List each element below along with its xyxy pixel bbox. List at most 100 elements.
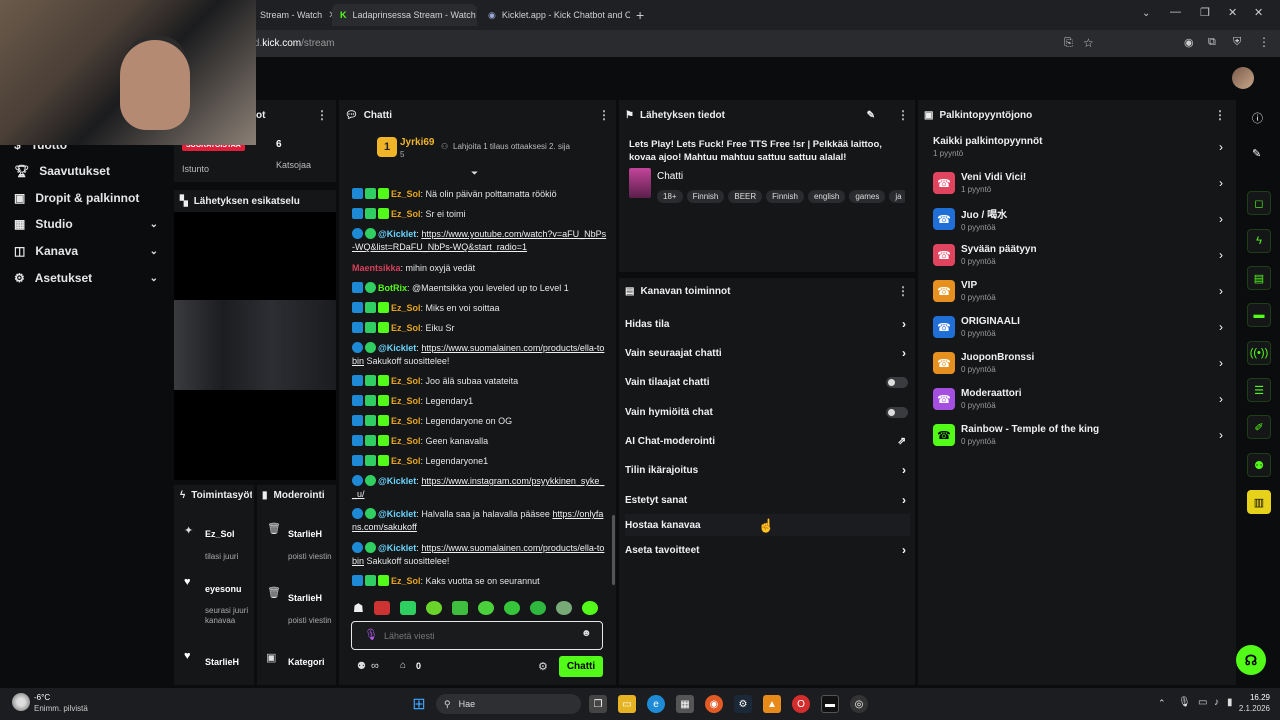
edit-icon[interactable]: ✎ [867,110,875,121]
profile-icon[interactable]: ◉ [1184,36,1194,49]
emote-icon[interactable] [477,601,494,615]
avatar[interactable] [1232,67,1254,89]
store-icon[interactable]: ▦ [676,695,694,713]
more-options-icon[interactable]: ⋮ [316,108,328,122]
emote-icon[interactable] [373,601,390,615]
activity-user[interactable]: eyesonu [205,584,251,594]
reward-item[interactable]: ☎ Juo / 喝水 0 pyyntöä › [933,202,1223,236]
clock-time[interactable]: 16.29 [1238,693,1270,702]
windows-start-icon[interactable]: ⊞ [410,695,428,713]
more-options-icon[interactable]: ⋮ [897,284,909,298]
tool-broadcast-icon[interactable]: ((•)) [1247,341,1271,365]
action-followers-only[interactable]: Vain seuraajat chatti › [625,342,910,364]
new-tab-button[interactable]: + [636,7,644,23]
sidebar-item-asetukset[interactable]: ⚙ Asetukset ⌄ [0,265,172,291]
maximize-icon[interactable]: ❐ [1200,6,1210,19]
window-close-icon[interactable]: ✕ [1228,6,1237,19]
firefox-icon[interactable]: ◉ [705,695,723,713]
ghost-emote-icon[interactable]: ☗ [353,601,364,615]
sidebar-item-kanava[interactable]: ◫ Kanava ⌄ [0,238,172,264]
reward-item[interactable]: ☎ VIP 0 pyyntöä › [933,274,1223,308]
more-options-icon[interactable]: ⋮ [897,108,909,122]
moderation-user[interactable]: StarlieH [288,529,334,539]
reward-item[interactable]: ☎ Veni Vidi Vici! 1 pyyntö › [933,166,1223,200]
tray-volume-icon[interactable]: ♪ [1214,697,1219,708]
tool-share-icon[interactable]: ⚉ [1247,453,1271,477]
reward-item[interactable]: ☎ Moderaattori 0 pyyntöä › [933,382,1223,416]
emote-icon[interactable] [399,601,416,615]
gift-user[interactable]: Jyrki69 [400,137,434,148]
action-age-restriction[interactable]: Tilin ikärajoitus › [625,459,910,481]
bookmark-star-icon[interactable]: ☆ [1083,36,1094,50]
terminal-icon[interactable]: ▬ [821,695,839,713]
tool-lightning-icon[interactable]: ϟ [1247,229,1271,253]
tray-chevron-icon[interactable]: ⌃ [1158,698,1166,709]
chat-scrollbar[interactable] [612,515,615,585]
tool-clip-icon[interactable]: ◻ [1247,191,1271,215]
task-view-icon[interactable]: ❐ [589,695,607,713]
taskbar-search[interactable]: ⚲ Hae [436,694,581,714]
emote-icon[interactable] [425,601,442,615]
emote-icon[interactable] [503,601,520,615]
chat-message-input[interactable] [384,628,574,644]
edge-icon[interactable]: e [647,695,665,713]
browser-tab[interactable]: KLadaprinsessa Stream - Watch L✕ [332,4,477,26]
steam-icon[interactable]: ⚙ [734,695,752,713]
emote-icon[interactable] [451,601,468,615]
sidebar-item-dropit[interactable]: ▣ Dropit & palkinnot [0,185,172,211]
tool-document-icon[interactable]: ▤ [1247,266,1271,290]
send-chat-button[interactable]: Chatti [559,656,603,677]
file-explorer-icon[interactable]: ▭ [618,695,636,713]
action-set-goals[interactable]: Aseta tavoitteet › [625,539,910,561]
emoji-icon[interactable]: ☻ [581,628,592,639]
minimize-icon[interactable]: — [1170,6,1181,18]
emote-icon[interactable] [581,601,598,615]
url-field[interactable]: ard.kick.com/stream [245,34,1105,53]
sidebar-item-saavutukset[interactable]: 🏆︎ Saavutukset [0,158,172,184]
shield-icon[interactable]: ⛨ [1233,36,1241,49]
emote-icon[interactable] [529,601,546,615]
more-options-icon[interactable]: ⋮ [598,108,610,122]
tool-layout-icon[interactable]: ☰ [1247,378,1271,402]
category-name[interactable]: Chatti [657,171,683,182]
moderation-user[interactable]: StarlieH [288,593,334,603]
activity-user[interactable]: Ez_Sol [205,529,251,539]
tray-network-icon[interactable]: ▭ [1198,697,1207,708]
menu-icon[interactable]: ⋮ [1258,35,1270,49]
mod-tools-icon[interactable]: ⚉ [357,661,366,672]
action-slow-mode[interactable]: Hidas tila › [625,313,910,335]
microphone-icon[interactable]: 🎙︎ [364,628,378,641]
more-options-icon[interactable]: ⋮ [1214,108,1226,122]
action-ai-moderation[interactable]: AI Chat-moderointi ⇗ [625,430,910,452]
emote-icon[interactable] [555,601,572,615]
support-button[interactable]: ☊ [1236,645,1266,675]
obs-icon[interactable]: ◎ [850,695,868,713]
tray-battery-icon[interactable]: ▮ [1227,697,1233,708]
category-thumbnail[interactable] [629,168,651,198]
weather-temp[interactable]: -6°C [34,693,50,702]
subscribers-only-toggle[interactable] [886,376,908,388]
install-app-icon[interactable]: ⎘ [1064,37,1073,50]
pencil-icon[interactable]: ✎ [1252,147,1261,160]
vlc-icon[interactable]: ▲ [763,695,781,713]
reward-item[interactable]: ☎ ORIGINAALI 0 pyyntöä › [933,310,1223,344]
chat-settings-icon[interactable]: ⚙ [538,660,548,673]
info-icon[interactable]: ⓘ [1252,110,1263,126]
reward-item[interactable]: ☎ JuoponBronssi 0 pyyntöä › [933,346,1223,380]
tool-chat-icon[interactable]: ▬ [1247,303,1271,327]
opera-icon[interactable]: O [792,695,810,713]
reward-all-requests[interactable]: Kaikki palkintopyynnöt 1 pyyntö › [933,130,1223,164]
infinity-icon[interactable]: ∞ [371,660,379,672]
pin-icon[interactable]: ⏷ [471,168,478,179]
tool-bookmark-icon[interactable]: ▥ [1247,490,1271,514]
reward-item[interactable]: ☎ Rainbow - Temple of the king 0 pyyntöä › [933,418,1223,452]
action-blocked-words[interactable]: Estetyt sanat › [625,489,910,511]
points-icon[interactable]: ⌂ [400,660,406,671]
tool-wrench-icon[interactable]: ✐ [1247,415,1271,439]
close-icon[interactable]: ✕ [1254,6,1263,19]
moderation-user[interactable]: Kategori [288,657,334,667]
browser-tab[interactable]: Stream - Watch✕ [252,4,332,26]
activity-user[interactable]: StarlieH [205,657,251,667]
reward-item[interactable]: ☎ Syvään päätyyn 0 pyyntöä › [933,238,1223,272]
tab-list-icon[interactable]: ⌄ [1142,8,1150,19]
